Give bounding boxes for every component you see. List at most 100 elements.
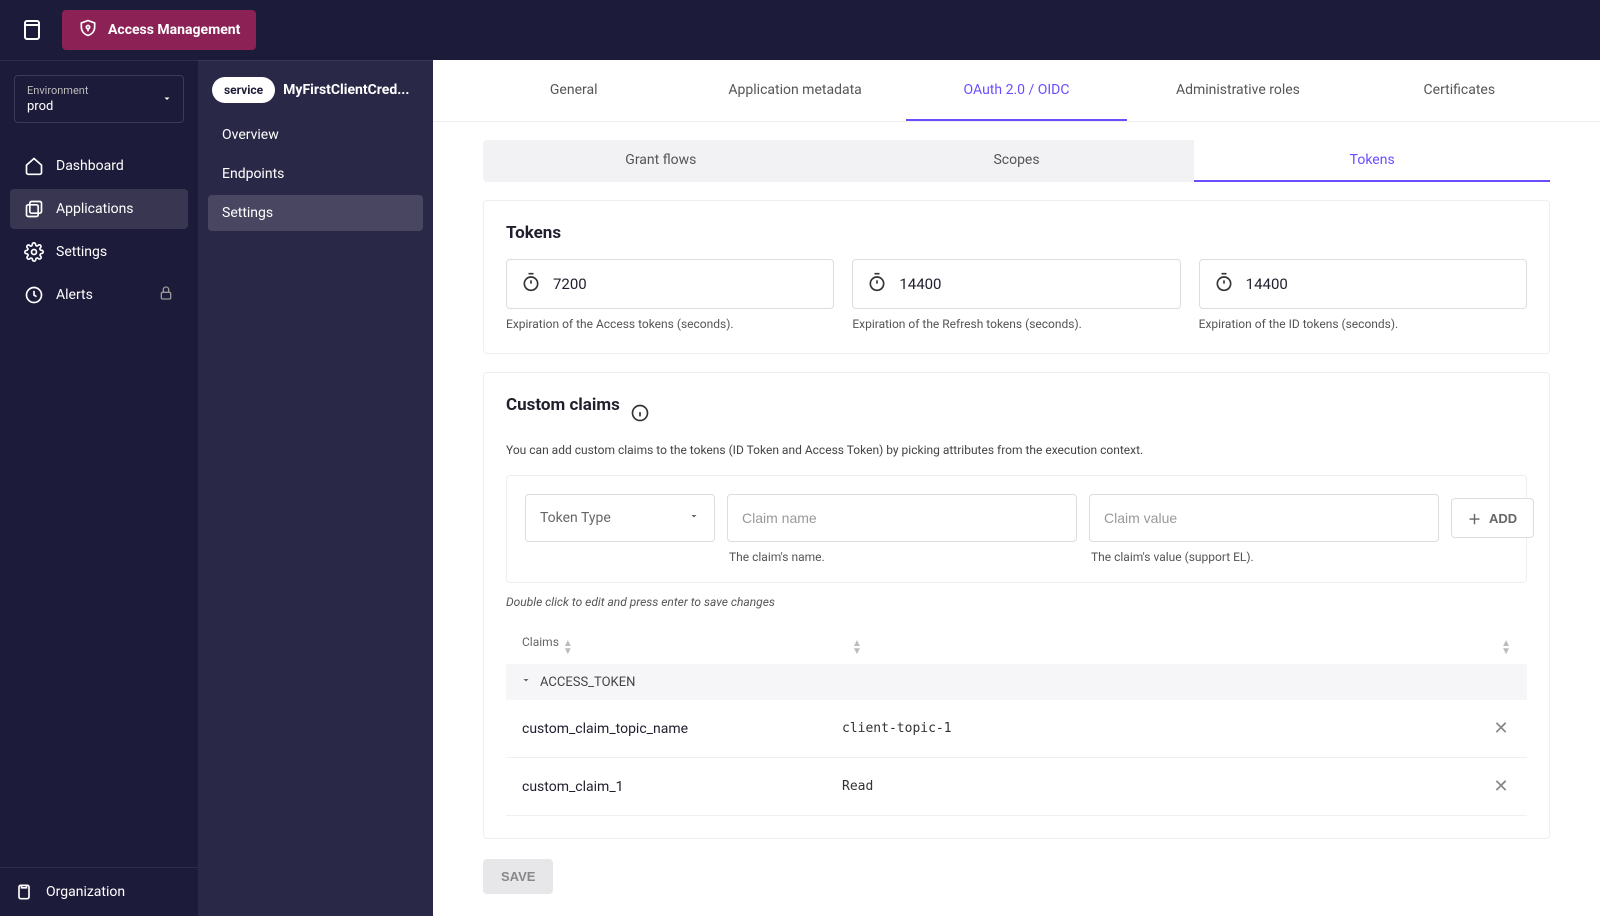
- primary-sidebar: Environment prod Dashboard Applications …: [0, 60, 198, 916]
- tab-label: Tokens: [1350, 152, 1395, 168]
- claim-name: custom_claim_1: [522, 779, 842, 795]
- tab-general[interactable]: General: [463, 60, 684, 121]
- topbar: Access Management: [0, 0, 1600, 60]
- sort-icon[interactable]: ▲▼: [563, 640, 573, 656]
- lock-icon: [158, 285, 174, 305]
- organization-label: Organization: [46, 884, 125, 900]
- group-label: ACCESS_TOKEN: [540, 675, 635, 690]
- tab-application-metadata[interactable]: Application metadata: [684, 60, 905, 121]
- claim-value: client-topic-1: [842, 721, 1491, 736]
- main-tabs: General Application metadata OAuth 2.0 /…: [433, 60, 1600, 122]
- tab-label: Grant flows: [625, 152, 696, 168]
- sort-icon[interactable]: ▲▼: [1501, 640, 1511, 656]
- claim-row[interactable]: custom_claim_1 Read ✕: [506, 758, 1527, 816]
- token-help: Expiration of the Refresh tokens (second…: [852, 317, 1180, 331]
- id-token-expiration-input[interactable]: 14400: [1199, 259, 1527, 309]
- subsidebar-item-settings[interactable]: Settings: [208, 195, 423, 231]
- timer-icon: [867, 272, 887, 296]
- claim-name-input[interactable]: [727, 494, 1077, 542]
- access-token-expiration-input[interactable]: 7200: [506, 259, 834, 309]
- subsidebar-label: Settings: [222, 205, 273, 221]
- chevron-down-icon: [688, 510, 700, 526]
- save-button[interactable]: SAVE: [483, 859, 553, 894]
- claim-row[interactable]: custom_claim_topic_name client-topic-1 ✕: [506, 700, 1527, 758]
- tokens-title: Tokens: [506, 223, 1527, 243]
- environment-selector[interactable]: Environment prod: [14, 75, 184, 123]
- sidebar-item-alerts[interactable]: Alerts: [10, 275, 188, 315]
- tab-certificates[interactable]: Certificates: [1349, 60, 1570, 121]
- timer-icon: [521, 272, 541, 296]
- claims-column-header: Claims: [522, 635, 559, 649]
- claims-group-header[interactable]: ACCESS_TOKEN: [506, 664, 1527, 700]
- claim-name: custom_claim_topic_name: [522, 721, 842, 737]
- subsidebar-item-endpoints[interactable]: Endpoints: [208, 156, 423, 192]
- sub-tabs: Grant flows Scopes Tokens: [483, 140, 1550, 182]
- timer-icon: [1214, 272, 1234, 296]
- sidebar-item-organization[interactable]: Organization: [0, 867, 198, 916]
- sidebar-item-label: Applications: [56, 201, 134, 217]
- token-type-label: Token Type: [540, 510, 611, 526]
- clipboard-icon: [14, 882, 34, 902]
- tab-label: General: [550, 82, 598, 98]
- chevron-down-icon: [520, 674, 532, 690]
- delete-claim-button[interactable]: ✕: [1491, 718, 1511, 739]
- sidebar-item-label: Settings: [56, 244, 107, 260]
- token-value: 7200: [553, 275, 587, 293]
- secondary-sidebar: service MyFirstClientCred... Overview En…: [198, 60, 433, 916]
- custom-claims-description: You can add custom claims to the tokens …: [506, 443, 1527, 457]
- token-type-select[interactable]: Token Type: [525, 494, 715, 542]
- home-icon: [24, 156, 44, 176]
- add-label: ADD: [1489, 511, 1517, 526]
- tab-label: Administrative roles: [1176, 82, 1300, 98]
- subtab-tokens[interactable]: Tokens: [1194, 140, 1550, 182]
- tab-label: Scopes: [993, 152, 1039, 168]
- tab-label: OAuth 2.0 / OIDC: [964, 82, 1070, 98]
- app-type-chip: service: [212, 77, 275, 103]
- claim-value-help: The claim's value (support EL).: [1091, 550, 1439, 564]
- sidebar-item-dashboard[interactable]: Dashboard: [10, 146, 188, 186]
- edit-hint: Double click to edit and press enter to …: [506, 595, 1527, 609]
- info-icon[interactable]: [630, 403, 650, 423]
- subtab-grant-flows[interactable]: Grant flows: [483, 140, 839, 182]
- main-content: General Application metadata OAuth 2.0 /…: [433, 60, 1600, 916]
- tab-label: Application metadata: [728, 82, 861, 98]
- custom-claims-title: Custom claims: [506, 395, 620, 415]
- custom-claims-panel: Custom claims You can add custom claims …: [483, 372, 1550, 839]
- token-help: Expiration of the Access tokens (seconds…: [506, 317, 834, 331]
- product-logo[interactable]: [20, 18, 44, 42]
- brand-label: Access Management: [108, 22, 240, 38]
- app-name: MyFirstClientCred...: [283, 82, 409, 98]
- environment-label: Environment: [27, 84, 171, 97]
- chevron-down-icon: [161, 90, 173, 109]
- token-value: 14400: [899, 275, 941, 293]
- subsidebar-label: Overview: [222, 127, 279, 143]
- environment-value: prod: [27, 99, 171, 114]
- clock-icon: [24, 285, 44, 305]
- tab-administrative-roles[interactable]: Administrative roles: [1127, 60, 1348, 121]
- shield-icon: [78, 18, 98, 42]
- subsidebar-item-overview[interactable]: Overview: [208, 117, 423, 153]
- subsidebar-label: Endpoints: [222, 166, 284, 182]
- sidebar-item-label: Alerts: [56, 287, 93, 303]
- add-claim-card: Token Type The claim's name. The claim's…: [506, 475, 1527, 583]
- claim-value: Read: [842, 779, 1491, 794]
- brand-pill[interactable]: Access Management: [62, 10, 256, 50]
- delete-claim-button[interactable]: ✕: [1491, 776, 1511, 797]
- subtab-scopes[interactable]: Scopes: [839, 140, 1195, 182]
- sidebar-item-label: Dashboard: [56, 158, 124, 174]
- refresh-token-expiration-input[interactable]: 14400: [852, 259, 1180, 309]
- sort-icon[interactable]: ▲▼: [852, 640, 862, 656]
- plus-icon: ＋: [1468, 509, 1481, 528]
- tab-label: Certificates: [1424, 82, 1496, 98]
- claim-name-help: The claim's name.: [729, 550, 1077, 564]
- add-claim-button[interactable]: ＋ ADD: [1451, 498, 1534, 538]
- gear-icon: [24, 242, 44, 262]
- claim-value-input[interactable]: [1089, 494, 1439, 542]
- applications-icon: [24, 199, 44, 219]
- sidebar-item-applications[interactable]: Applications: [10, 189, 188, 229]
- tab-oauth-oidc[interactable]: OAuth 2.0 / OIDC: [906, 60, 1127, 121]
- sidebar-item-settings[interactable]: Settings: [10, 232, 188, 272]
- tokens-panel: Tokens 7200 Expiration of the Access tok…: [483, 200, 1550, 354]
- token-help: Expiration of the ID tokens (seconds).: [1199, 317, 1527, 331]
- claims-table: Claims ▲▼ ▲▼ ▲▼ ACCESS_TOKEN custom_claim…: [506, 627, 1527, 816]
